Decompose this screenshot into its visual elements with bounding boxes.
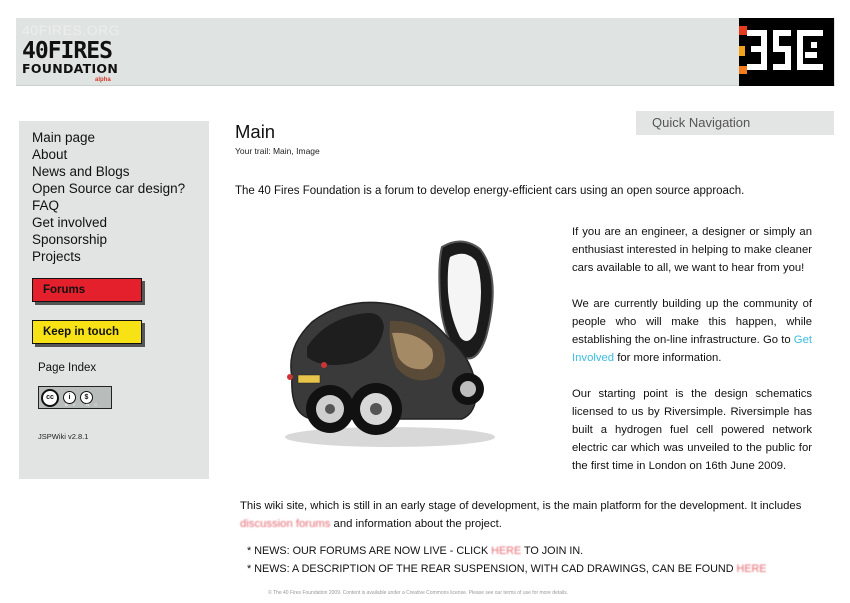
quick-navigation[interactable]: Quick Navigation xyxy=(636,111,834,135)
page-title: Main xyxy=(235,121,276,142)
page-index-link[interactable]: Page Index xyxy=(38,362,96,374)
breadcrumb: Your trail: Main, Image xyxy=(235,146,320,156)
paragraph-engineers: If you are an engineer, a designer or si… xyxy=(572,226,812,274)
car-image xyxy=(272,237,508,453)
sidebar: Main page About News and Blogs Open Sour… xyxy=(19,121,209,479)
footer-copyright: © The 40 Fires Foundation 2009. Content … xyxy=(268,590,569,596)
wiki-description: This wiki site, which is still in an ear… xyxy=(240,500,802,530)
suspension-here-link[interactable]: HERE xyxy=(737,563,767,575)
cc-by-label: BY NC xyxy=(65,402,103,407)
wiki-version: JSPWiki v2.8.1 xyxy=(38,432,89,441)
paragraph-riversimple: Our starting point is the design schemat… xyxy=(572,388,812,472)
forums-here-link[interactable]: HERE xyxy=(491,545,521,557)
logo-alpha-tag: alpha xyxy=(95,77,111,83)
breadcrumb-main-link[interactable]: Main, xyxy=(273,146,294,156)
breadcrumb-prefix: Your trail: xyxy=(235,146,271,156)
sidebar-item-get-involved[interactable]: Get involved xyxy=(32,214,185,231)
logo-main-text: 40FIRES xyxy=(22,38,113,64)
sidebar-nav: Main page About News and Blogs Open Sour… xyxy=(32,129,185,265)
paragraph-community: We are currently building up the communi… xyxy=(572,298,812,364)
sidebar-item-news-and-blogs[interactable]: News and Blogs xyxy=(32,163,185,180)
news-item-forums: * NEWS: OUR FORUMS ARE NOW LIVE - CLICK … xyxy=(247,545,584,557)
sidebar-item-open-source-car-design[interactable]: Open Source car design? xyxy=(32,180,185,197)
intro-paragraphs: If you are an engineer, a designer or si… xyxy=(572,223,812,493)
sidebar-item-main-page[interactable]: Main page xyxy=(32,129,185,146)
keep-in-touch-button[interactable]: Keep in touch xyxy=(32,320,142,344)
forums-button[interactable]: Forums xyxy=(32,278,142,302)
discussion-forums-link[interactable]: discussion forums xyxy=(240,518,330,530)
sidebar-item-projects[interactable]: Projects xyxy=(32,248,185,265)
news-item-suspension: * NEWS: A DESCRIPTION OF THE REAR SUSPEN… xyxy=(247,563,767,575)
pixel-badge-icon xyxy=(739,18,834,86)
header-faded-heading: 40FIRES.ORG xyxy=(22,22,121,38)
breadcrumb-image-link[interactable]: Image xyxy=(296,146,320,156)
sidebar-item-sponsorship[interactable]: Sponsorship xyxy=(32,231,185,248)
site-logo[interactable]: 40FIRES FOUNDATION alpha xyxy=(22,38,119,84)
site-header: 40FIRES.ORG 40FIRES FOUNDATION alpha xyxy=(16,18,835,86)
sidebar-item-faq[interactable]: FAQ xyxy=(32,197,185,214)
creative-commons-icon[interactable]: cc i $ BY NC xyxy=(38,386,112,409)
sidebar-item-about[interactable]: About xyxy=(32,146,185,163)
intro-text: The 40 Fires Foundation is a forum to de… xyxy=(235,185,745,197)
cc-circle: cc xyxy=(41,388,59,407)
logo-sub-text: FOUNDATION xyxy=(22,61,119,76)
